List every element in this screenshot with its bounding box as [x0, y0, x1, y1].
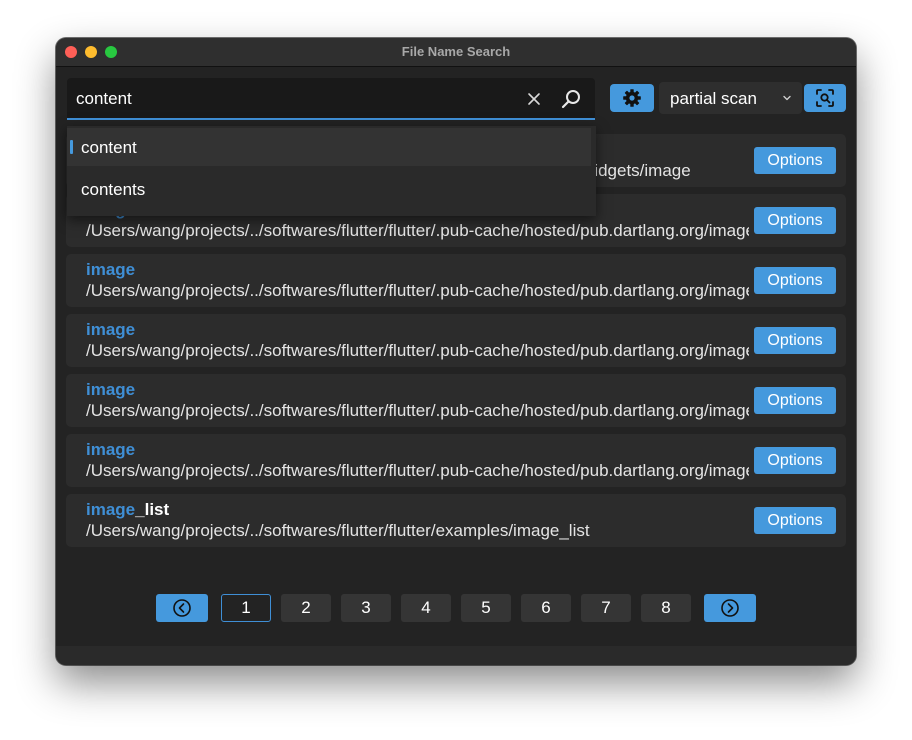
- result-name: image_list: [86, 500, 169, 520]
- chevron-left-circle-icon: [173, 599, 191, 617]
- page-button[interactable]: 2: [281, 594, 331, 622]
- search-button[interactable]: [559, 87, 583, 111]
- options-button[interactable]: Options: [754, 207, 836, 234]
- scan-mode-label: partial scan: [670, 89, 757, 108]
- result-name: image: [86, 440, 135, 460]
- options-button[interactable]: Options: [754, 507, 836, 534]
- result-row[interactable]: image /Users/wang/projects/../softwares/…: [66, 314, 846, 367]
- scan-button[interactable]: [804, 84, 846, 112]
- autocomplete-dropdown: content contents: [67, 126, 596, 216]
- status-strip: [56, 646, 856, 665]
- result-name-rest: _list: [135, 500, 170, 519]
- suggestion-label: content: [81, 138, 137, 157]
- result-path: /Users/wang/projects/../softwares/flutte…: [86, 401, 749, 420]
- options-button[interactable]: Options: [754, 387, 836, 414]
- suggestion-item[interactable]: content: [67, 128, 591, 166]
- options-button[interactable]: Options: [754, 147, 836, 174]
- clear-search-button[interactable]: [525, 90, 543, 108]
- chevron-right-circle-icon: [721, 599, 739, 617]
- next-page-button[interactable]: [704, 594, 756, 622]
- page-button[interactable]: 7: [581, 594, 631, 622]
- options-button[interactable]: Options: [754, 327, 836, 354]
- page-button[interactable]: 3: [341, 594, 391, 622]
- result-name-match: image: [86, 440, 136, 459]
- scan-mode-select[interactable]: partial scan: [659, 82, 802, 114]
- window-title: File Name Search: [401, 44, 511, 59]
- prev-page-button[interactable]: [156, 594, 208, 622]
- options-button[interactable]: Options: [754, 267, 836, 294]
- magnifier-icon: [561, 90, 580, 109]
- result-name: image: [86, 320, 135, 340]
- settings-button[interactable]: [610, 84, 654, 112]
- page-button[interactable]: 4: [401, 594, 451, 622]
- page-button[interactable]: 1: [221, 594, 271, 622]
- app-window: File Name Search content partial scan Op…: [56, 38, 856, 665]
- chevron-down-icon: [783, 95, 791, 101]
- result-row[interactable]: image /Users/wang/projects/../softwares/…: [66, 374, 846, 427]
- result-name-match: image: [86, 260, 136, 279]
- result-path: /Users/wang/projects/../softwares/flutte…: [86, 221, 749, 240]
- result-name-match: image: [86, 500, 136, 519]
- page-button[interactable]: 6: [521, 594, 571, 622]
- suggestion-label: contents: [81, 180, 146, 199]
- suggestion-item[interactable]: contents: [67, 170, 596, 208]
- title-bar: File Name Search: [56, 38, 856, 67]
- result-name-match: image: [86, 380, 136, 399]
- result-path: /Users/wang/projects/../softwares/flutte…: [86, 521, 590, 540]
- scan-search-icon: [816, 89, 834, 107]
- result-name: image: [86, 260, 135, 280]
- result-path: /Users/wang/projects/../softwares/flutte…: [86, 281, 749, 300]
- page-button[interactable]: 5: [461, 594, 511, 622]
- result-row[interactable]: image_list /Users/wang/projects/../softw…: [66, 494, 846, 547]
- result-path: /Users/wang/projects/../softwares/flutte…: [86, 341, 749, 360]
- result-name-match: image: [86, 320, 136, 339]
- result-row[interactable]: image /Users/wang/projects/../softwares/…: [66, 254, 846, 307]
- close-icon: [528, 93, 540, 105]
- search-box: [67, 78, 595, 120]
- selection-indicator: [70, 140, 73, 154]
- page-button[interactable]: 8: [641, 594, 691, 622]
- pagination: 1 2 3 4 5 6 7 8: [56, 594, 856, 622]
- result-name: image: [86, 380, 135, 400]
- gear-icon: [623, 89, 641, 107]
- result-row[interactable]: image /Users/wang/projects/../softwares/…: [66, 434, 846, 487]
- result-path: /Users/wang/projects/../softwares/flutte…: [86, 461, 749, 480]
- options-button[interactable]: Options: [754, 447, 836, 474]
- search-input[interactable]: [76, 86, 516, 112]
